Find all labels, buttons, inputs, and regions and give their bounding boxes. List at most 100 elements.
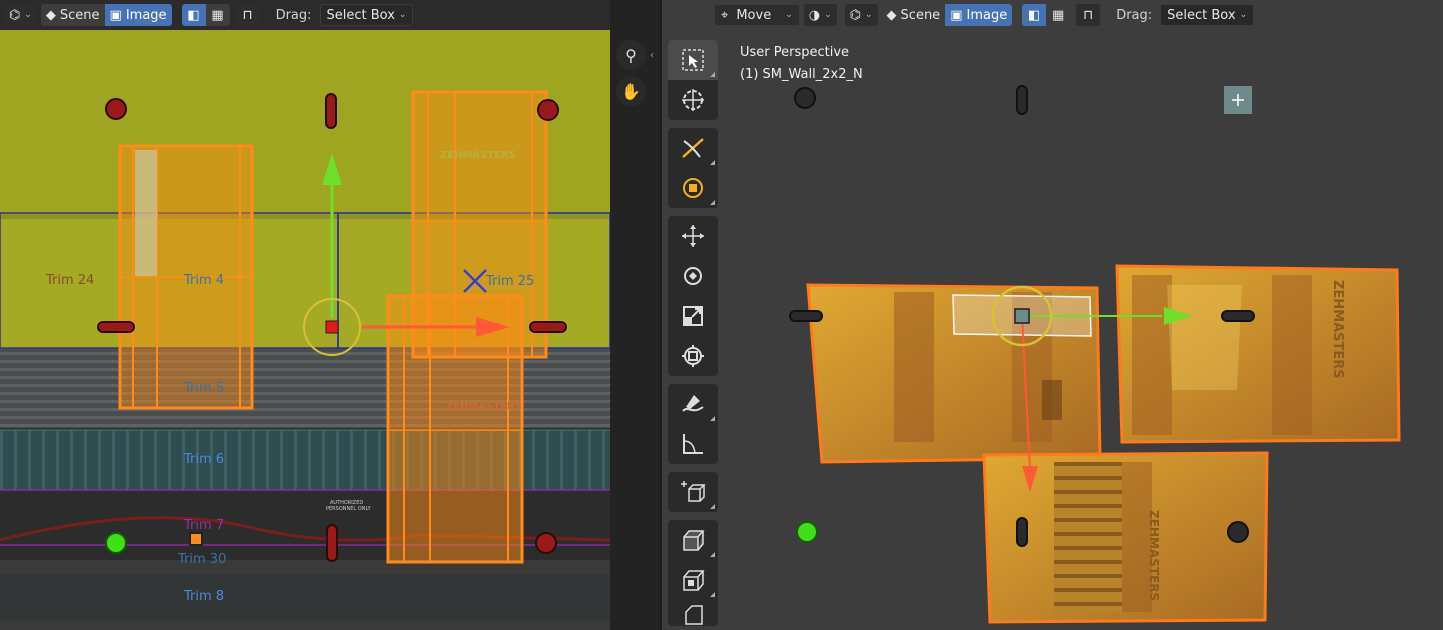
add-cube-tool[interactable] (668, 472, 718, 512)
mesh-panel-right[interactable] (1115, 264, 1401, 444)
scene-mode-button[interactable]: ◆ Scene (881, 4, 946, 26)
trim-rotate-icon[interactable] (535, 532, 557, 554)
zoom-icon[interactable]: ⚲ (616, 40, 646, 70)
measure-tool[interactable] (668, 424, 718, 464)
add-cube-icon (681, 481, 706, 502)
scene-label: Scene (59, 7, 100, 23)
move-tool[interactable] (668, 216, 718, 256)
pivot-dropdown[interactable]: ⌬ ⌄ (4, 4, 37, 26)
pivot-dropdown[interactable]: ⌬ ⌄ (844, 4, 878, 26)
view-mode-toggle: ◆ Scene ▣ Image (40, 4, 172, 26)
tool-corner-icon (710, 160, 715, 165)
vp-handle-icon[interactable] (1016, 517, 1028, 547)
collapse-arrow-icon[interactable]: ‹ (650, 50, 654, 61)
scene-label: Scene (900, 7, 941, 23)
snap-icon: ◑ (808, 7, 821, 23)
rotate-icon (684, 267, 702, 285)
chevron-down-icon: ⌄ (398, 10, 407, 20)
rip-tool[interactable] (668, 128, 718, 168)
uv-canvas[interactable] (0, 0, 610, 630)
extrude-tool[interactable] (668, 520, 718, 560)
cursor-icon (682, 89, 704, 111)
scene-mode-button[interactable]: ◆ Scene (40, 4, 105, 26)
viewport-info: User Perspective (1) SM_Wall_2x2_N (740, 42, 863, 86)
snap-dropdown[interactable]: ◑ ⌄ (803, 4, 837, 26)
trim-label: Trim 24 (46, 273, 95, 288)
trim-label: Trim 4 (184, 273, 225, 288)
cursor-tool[interactable] (668, 80, 718, 120)
trim-active-icon[interactable] (105, 532, 127, 554)
tool-corner-icon (710, 504, 715, 509)
trim-rotate-icon[interactable] (105, 98, 127, 120)
image-label: Image (966, 7, 1008, 23)
hand-icon[interactable]: ✋ (616, 76, 646, 106)
annotate-icon (682, 395, 704, 412)
select-box-tool[interactable] (668, 40, 718, 80)
viewport-canvas[interactable]: ZEHMASTERS ZEHMASTERS (662, 0, 1443, 630)
3d-viewport[interactable]: ZEHMASTERS ZEHMASTERS User Perspective (… (662, 0, 1443, 630)
tool-group-add (668, 472, 718, 512)
vp-handle-icon[interactable] (1016, 85, 1028, 115)
trim-rotate-icon[interactable] (537, 99, 559, 121)
drag-select-dropdown[interactable]: Select Box ⌄ (1160, 4, 1255, 26)
bevel-icon (685, 605, 703, 625)
tool-group-select (668, 40, 718, 120)
transform-value: Move (736, 7, 772, 23)
overlay-toggle: ◧ ▦ (1022, 4, 1071, 26)
tile-view-button[interactable]: ▦ (205, 4, 230, 26)
annotate-tool[interactable] (668, 384, 718, 424)
texture-dark-bottom-band (0, 575, 610, 620)
mesh-brand-text: ZEHMASTERS (1330, 280, 1345, 379)
vp-handle-icon[interactable] (1221, 310, 1255, 322)
tool-group-transform (668, 216, 718, 376)
texture-brand-text: ZEHMASTERS (446, 401, 522, 412)
scene-icon: ◆ (45, 7, 56, 23)
image-mode-button[interactable]: ▣ Image (945, 4, 1013, 26)
transform-orientation-dropdown[interactable]: ⌖ Move ⌄ (714, 4, 800, 26)
trim-label: Trim 8 (184, 589, 225, 604)
mesh-brand-text: ZEHMASTERS (1147, 510, 1161, 601)
trim-handle-icon[interactable] (325, 93, 337, 129)
split-view-button[interactable]: ◧ (1022, 4, 1047, 26)
lock-button[interactable]: ⊓ (1076, 4, 1101, 26)
grab-icon (683, 178, 703, 198)
uv-island-right-bottom[interactable] (386, 294, 524, 564)
vp-rotate-icon[interactable] (1227, 521, 1249, 543)
drag-value: Select Box (326, 7, 395, 23)
inset-tool[interactable] (668, 560, 718, 600)
trim-handle-icon[interactable] (97, 321, 135, 333)
pivot-icon: ⌬ (9, 7, 21, 23)
tool-corner-icon (710, 592, 715, 597)
lock-button[interactable]: ⊓ (235, 4, 260, 26)
vp-handle-icon[interactable] (789, 310, 823, 322)
tool-shelf (668, 40, 718, 630)
split-icon: ◧ (1028, 7, 1041, 23)
rotate-tool[interactable] (668, 256, 718, 296)
uv-orange-vertex (189, 532, 203, 546)
tile-view-button[interactable]: ▦ (1046, 4, 1071, 26)
overlay-toggle: ◧ ▦ (181, 4, 230, 26)
select-box-icon (682, 49, 704, 71)
trim-handle-icon[interactable] (529, 321, 567, 333)
texture-brand-text: ZEHMASTERS (440, 150, 516, 161)
uv-editor[interactable]: Trim 24 Trim 4 Trim 25 Trim 5 Trim 6 Tri… (0, 0, 610, 630)
chevron-down-icon: ⌄ (865, 10, 873, 20)
bevel-tool[interactable] (668, 600, 718, 626)
vp-active-icon[interactable] (796, 521, 818, 543)
scale-icon (683, 306, 703, 326)
grab-proportional-tool[interactable] (668, 168, 718, 208)
split-view-button[interactable]: ◧ (181, 4, 206, 26)
tool-corner-icon (710, 72, 715, 77)
scale-tool[interactable] (668, 296, 718, 336)
vp-rotate-icon[interactable] (794, 87, 816, 109)
chevron-down-icon: ⌄ (785, 10, 793, 20)
tool-group-uv (668, 128, 718, 208)
chevron-down-icon: ⌄ (824, 10, 832, 20)
chevron-down-icon: ⌄ (24, 10, 32, 20)
trim-handle-icon[interactable] (326, 524, 338, 562)
image-mode-button[interactable]: ▣ Image (104, 4, 172, 26)
uv-navigation: ⚲ ✋ (616, 40, 646, 106)
transform-tool[interactable] (668, 336, 718, 376)
extrude-icon (683, 530, 705, 551)
drag-select-dropdown[interactable]: Select Box ⌄ (319, 4, 414, 26)
